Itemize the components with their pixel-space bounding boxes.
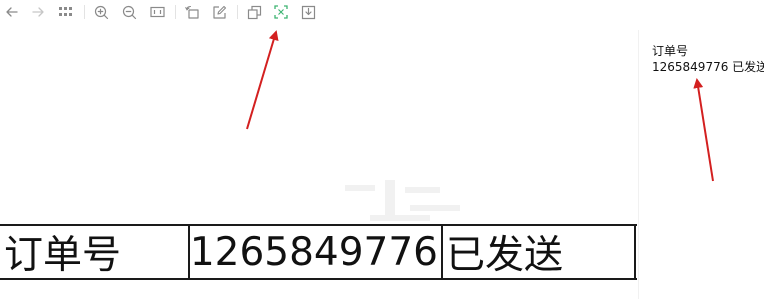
image-cell-status: 已发送 — [446, 233, 564, 278]
copy-button[interactable] — [244, 2, 264, 22]
image-cell-order-number: 1265849776 — [190, 229, 438, 275]
zoom-out-icon — [122, 5, 136, 19]
arrow-left-icon — [6, 7, 18, 17]
toolbar — [0, 0, 764, 26]
image-table-row: 订单号 1265849776 已发送 — [0, 224, 637, 280]
image-viewer-window: 订单号 1265849776 已发送 订单号 1265849776 已发送 — [0, 0, 764, 299]
grid-button[interactable] — [56, 2, 76, 22]
ocr-result-text[interactable]: 订单号 1265849776 已发送 — [652, 43, 764, 75]
forward-button[interactable] — [28, 2, 48, 22]
toolbar-separator — [175, 5, 176, 19]
ocr-line: 订单号 — [652, 44, 689, 58]
zoom-in-icon — [94, 5, 108, 19]
back-button[interactable] — [2, 2, 22, 22]
toolbar-separator — [84, 5, 85, 19]
image-cell-order-label: 订单号 — [4, 233, 122, 278]
ocr-result-panel: 订单号 1265849776 已发送 — [638, 30, 764, 299]
zoom-in-button[interactable] — [91, 2, 111, 22]
save-button[interactable] — [298, 2, 318, 22]
copy-icon — [247, 5, 261, 19]
toolbar-separator — [237, 5, 238, 19]
fit-button[interactable] — [147, 2, 167, 22]
edit-icon — [212, 5, 226, 19]
edit-button[interactable] — [209, 2, 229, 22]
ocr-line: 1265849776 已发送 — [652, 60, 764, 74]
table-divider — [441, 226, 443, 278]
ocr-scan-icon — [274, 5, 288, 19]
rotate-button[interactable] — [182, 2, 202, 22]
download-icon — [301, 5, 315, 19]
zoom-out-button[interactable] — [119, 2, 139, 22]
fit-width-icon — [149, 6, 165, 18]
table-divider — [634, 226, 636, 278]
grid-icon — [59, 7, 72, 16]
rotate-icon — [184, 5, 199, 19]
ocr-button[interactable] — [271, 2, 291, 22]
arrow-right-icon — [32, 7, 44, 17]
